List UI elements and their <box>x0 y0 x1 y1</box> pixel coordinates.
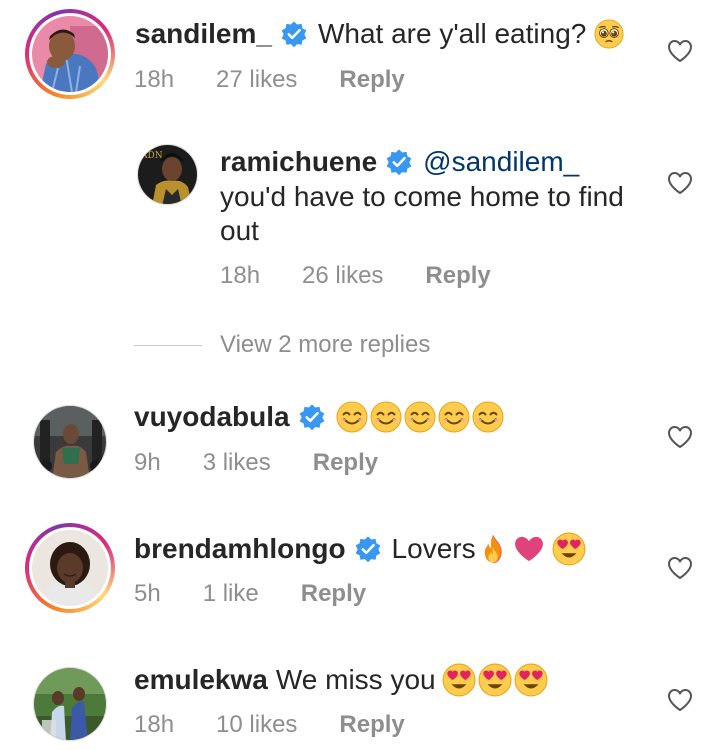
avatar-photo <box>32 16 108 92</box>
verified-badge-icon <box>298 403 326 431</box>
avatar-photo <box>34 668 106 740</box>
smiling-face-emoji <box>370 401 402 433</box>
view-more-replies-label[interactable]: View 2 more replies <box>220 331 430 359</box>
emoji-group <box>336 401 504 433</box>
username[interactable]: emulekwa <box>134 664 268 696</box>
fire-emoji <box>482 534 504 564</box>
smiling-face-emoji <box>472 401 504 433</box>
heart-eyes-emoji <box>442 663 476 697</box>
emoji-group <box>482 532 586 566</box>
heart-outline-icon[interactable] <box>667 171 693 195</box>
verified-badge-icon <box>354 535 382 563</box>
username[interactable]: brendamhlongo <box>134 533 346 565</box>
likes-count[interactable]: 10 likes <box>216 711 297 739</box>
divider <box>134 344 202 346</box>
timestamp: 18h <box>134 66 175 93</box>
username[interactable]: vuyodabula <box>134 401 290 433</box>
avatar[interactable] <box>33 667 107 741</box>
heart-outline-icon[interactable] <box>667 688 693 712</box>
comment-text: Lovers <box>391 533 476 564</box>
avatar-photo: ADN <box>138 145 197 204</box>
view-more-replies[interactable]: View 2 more replies <box>134 331 430 359</box>
heart-outline-icon[interactable] <box>667 425 693 449</box>
timestamp: 18h <box>134 711 175 738</box>
svg-text:ADN: ADN <box>140 151 163 161</box>
smiling-face-emoji <box>336 401 368 433</box>
timestamp: 5h <box>134 580 161 607</box>
comment-text-continued: out <box>220 215 259 246</box>
smiling-face-emoji <box>438 401 470 433</box>
avatar-photo <box>34 406 106 478</box>
verified-badge-icon <box>385 148 413 176</box>
reply-button[interactable]: Reply <box>339 66 404 94</box>
username[interactable]: ramichuene <box>220 146 377 178</box>
avatar[interactable] <box>25 9 115 99</box>
comment-text: What are y'all eating? <box>317 18 587 49</box>
heart-outline-icon[interactable] <box>667 39 693 63</box>
comment-text: you'd have to come home to find <box>220 181 624 212</box>
heart-eyes-emoji <box>478 663 512 697</box>
avatar[interactable] <box>25 523 115 613</box>
comment-text: We miss you <box>275 664 436 695</box>
reply-button[interactable]: Reply <box>425 262 490 290</box>
timestamp: 9h <box>134 449 161 476</box>
reply-button[interactable]: Reply <box>339 711 404 739</box>
heart-outline-icon[interactable] <box>667 556 693 580</box>
reply-button[interactable]: Reply <box>313 449 378 477</box>
emoji-group <box>442 663 548 697</box>
heart-eyes-emoji <box>514 663 548 697</box>
avatar[interactable]: ADN <box>137 144 198 205</box>
likes-count[interactable]: 27 likes <box>216 66 297 94</box>
pleading-face-emoji <box>594 19 624 49</box>
username[interactable]: sandilem_ <box>135 18 272 50</box>
mention-link[interactable]: @sandilem_ <box>423 146 579 178</box>
likes-count[interactable]: 3 likes <box>203 449 271 477</box>
smiling-face-emoji <box>404 401 436 433</box>
timestamp: 18h <box>220 262 261 289</box>
avatar[interactable] <box>33 405 107 479</box>
likes-count[interactable]: 1 like <box>203 580 259 608</box>
reply-button[interactable]: Reply <box>301 580 366 608</box>
verified-badge-icon <box>280 20 308 48</box>
pink-heart-emoji <box>514 536 544 562</box>
avatar-photo <box>32 530 108 606</box>
heart-eyes-emoji <box>552 532 586 566</box>
likes-count[interactable]: 26 likes <box>302 262 383 290</box>
